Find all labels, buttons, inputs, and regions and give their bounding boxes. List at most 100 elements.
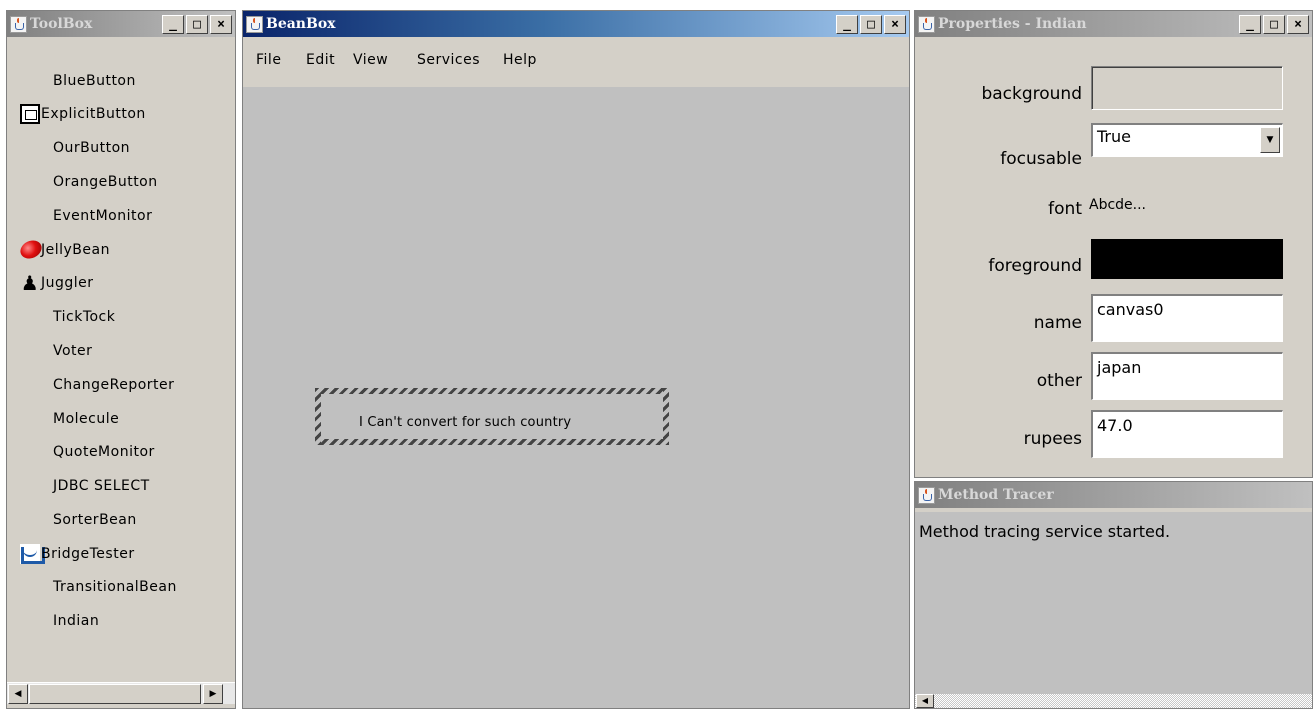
menu-view[interactable]: View [353, 52, 388, 68]
explicit-button-icon [20, 103, 40, 124]
toolbox-item[interactable]: EventMonitor [7, 199, 235, 232]
toolbox-item[interactable]: QuoteMonitor [7, 435, 235, 468]
selection-border-top[interactable] [315, 388, 669, 394]
maximize-button[interactable]: □ [186, 15, 208, 34]
toolbox-item[interactable]: OrangeButton [7, 165, 235, 198]
close-button[interactable]: × [884, 15, 906, 34]
beanbox-title: BeanBox [266, 16, 336, 32]
java-cup-icon [918, 486, 935, 504]
toolbox-item-label: OrangeButton [53, 173, 158, 190]
menu-edit[interactable]: Edit [306, 52, 335, 68]
toolbox-title: ToolBox [30, 16, 93, 32]
menu-services[interactable]: Services [417, 52, 480, 68]
tracer-output[interactable]: Method tracing service started. ◀ [915, 512, 1312, 708]
toolbox-item-label: JellyBean [41, 241, 110, 258]
java-cup-icon [918, 15, 935, 33]
toolbox-item-label: BlueButton [53, 72, 136, 89]
toolbox-horizontal-scrollbar[interactable]: ◀ ▶ [7, 682, 235, 704]
menu-help[interactable]: Help [503, 52, 537, 68]
toolbox-item-label: Indian [53, 612, 100, 629]
close-button[interactable]: × [1287, 15, 1309, 34]
toolbox-item-label: EventMonitor [53, 207, 153, 224]
toolbox-item[interactable]: SorterBean [7, 503, 235, 536]
toolbox-item-label: ChangeReporter [53, 376, 175, 393]
tracer-title: Method Tracer [938, 487, 1054, 503]
toolbox-item[interactable]: ExplicitButton [7, 97, 235, 130]
prop-label-other: other [1036, 371, 1082, 391]
other-field[interactable]: japan [1091, 352, 1283, 400]
toolbox-item-label: BridgeTester [41, 545, 135, 562]
toolbox-item[interactable]: BlueButton [7, 64, 235, 97]
prop-label-foreground: foreground [988, 256, 1082, 276]
properties-window: Properties - Indian _ □ × background foc… [914, 10, 1313, 478]
toolbox-item[interactable]: TickTock [7, 300, 235, 333]
bean-message: I Can't convert for such country [359, 415, 572, 430]
bean-canvas[interactable]: I Can't convert for such country [243, 87, 909, 708]
toolbox-item-label: TransitionalBean [53, 578, 177, 595]
toolbox-item-label: TickTock [53, 308, 116, 325]
font-preview[interactable]: Abcde... [1089, 197, 1146, 213]
minimize-button[interactable]: _ [1239, 15, 1261, 34]
menu-bar: File Edit View Services Help [243, 37, 909, 87]
indian-bean[interactable]: I Can't convert for such country [315, 388, 669, 445]
selection-border-bottom[interactable] [315, 439, 669, 445]
toolbox-item-label: Juggler [41, 274, 94, 291]
toolbox-item[interactable]: OurButton [7, 131, 235, 164]
toolbox-item[interactable]: BridgeTester [7, 537, 235, 570]
selection-border-left[interactable] [315, 388, 321, 445]
toolbox-item[interactable]: ChangeReporter [7, 368, 235, 401]
chevron-down-icon[interactable]: ▼ [1260, 127, 1280, 153]
close-button[interactable]: × [210, 15, 232, 34]
maximize-button[interactable]: □ [1263, 15, 1285, 34]
toolbox-item-label: JDBC SELECT [53, 477, 150, 494]
prop-label-name: name [1033, 313, 1082, 333]
foreground-color-swatch[interactable] [1091, 239, 1283, 279]
rupees-field[interactable]: 47.0 [1091, 410, 1283, 458]
focusable-value: True [1097, 127, 1131, 146]
toolbox-item[interactable]: TransitionalBean [7, 570, 235, 603]
toolbox-item[interactable]: ♟ Juggler [7, 266, 235, 299]
toolbox-item[interactable]: JDBC SELECT [7, 469, 235, 502]
properties-titlebar[interactable]: Properties - Indian _ □ × [915, 11, 1312, 37]
toolbox-titlebar[interactable]: ToolBox _ □ × [7, 11, 235, 37]
toolbox-item[interactable]: Molecule [7, 402, 235, 435]
maximize-button[interactable]: □ [860, 15, 882, 34]
background-color-swatch[interactable] [1091, 66, 1283, 110]
toolbox-item[interactable]: Indian [7, 604, 235, 637]
focusable-select[interactable]: True ▼ [1091, 123, 1283, 157]
scroll-right-button[interactable]: ▶ [203, 684, 223, 704]
toolbox-list: BlueButton ExplicitButton OurButton Oran… [7, 39, 235, 680]
bridge-icon [20, 543, 45, 564]
java-cup-icon [246, 15, 263, 33]
tracer-titlebar[interactable]: Method Tracer [915, 482, 1312, 508]
scroll-thumb[interactable] [29, 684, 201, 704]
menu-file[interactable]: File [256, 52, 281, 68]
juggler-icon: ♟ [20, 270, 40, 295]
toolbox-window: ToolBox _ □ × BlueButton ExplicitButton … [6, 10, 236, 709]
toolbox-item[interactable]: Voter [7, 334, 235, 367]
scroll-left-button[interactable]: ◀ [8, 684, 28, 704]
minimize-button[interactable]: _ [836, 15, 858, 34]
toolbox-item-label: SorterBean [53, 511, 137, 528]
prop-label-rupees: rupees [1023, 429, 1082, 449]
toolbox-item-label: QuoteMonitor [53, 443, 155, 460]
toolbox-item-label: Molecule [53, 410, 120, 427]
beanbox-window: BeanBox _ □ × File Edit View Services He… [242, 10, 910, 709]
selection-border-right[interactable] [663, 388, 669, 445]
tracer-horizontal-scrollbar[interactable]: ◀ [915, 694, 1312, 708]
prop-label-font: font [1048, 199, 1082, 219]
name-field[interactable]: canvas0 [1091, 294, 1283, 342]
toolbox-item-label: ExplicitButton [41, 105, 146, 122]
toolbox-item[interactable]: JellyBean [7, 233, 235, 266]
java-cup-icon [10, 15, 27, 33]
tracer-message: Method tracing service started. [919, 522, 1171, 541]
beanbox-titlebar[interactable]: BeanBox _ □ × [243, 11, 909, 37]
toolbox-item-label: Voter [53, 342, 93, 359]
method-tracer-window: Method Tracer Method tracing service sta… [914, 481, 1313, 709]
toolbox-item-label: OurButton [53, 139, 131, 156]
prop-label-focusable: focusable [1000, 149, 1082, 169]
scroll-left-button[interactable]: ◀ [916, 694, 934, 708]
minimize-button[interactable]: _ [162, 15, 184, 34]
prop-label-background: background [981, 84, 1082, 104]
properties-title: Properties - Indian [938, 16, 1087, 32]
